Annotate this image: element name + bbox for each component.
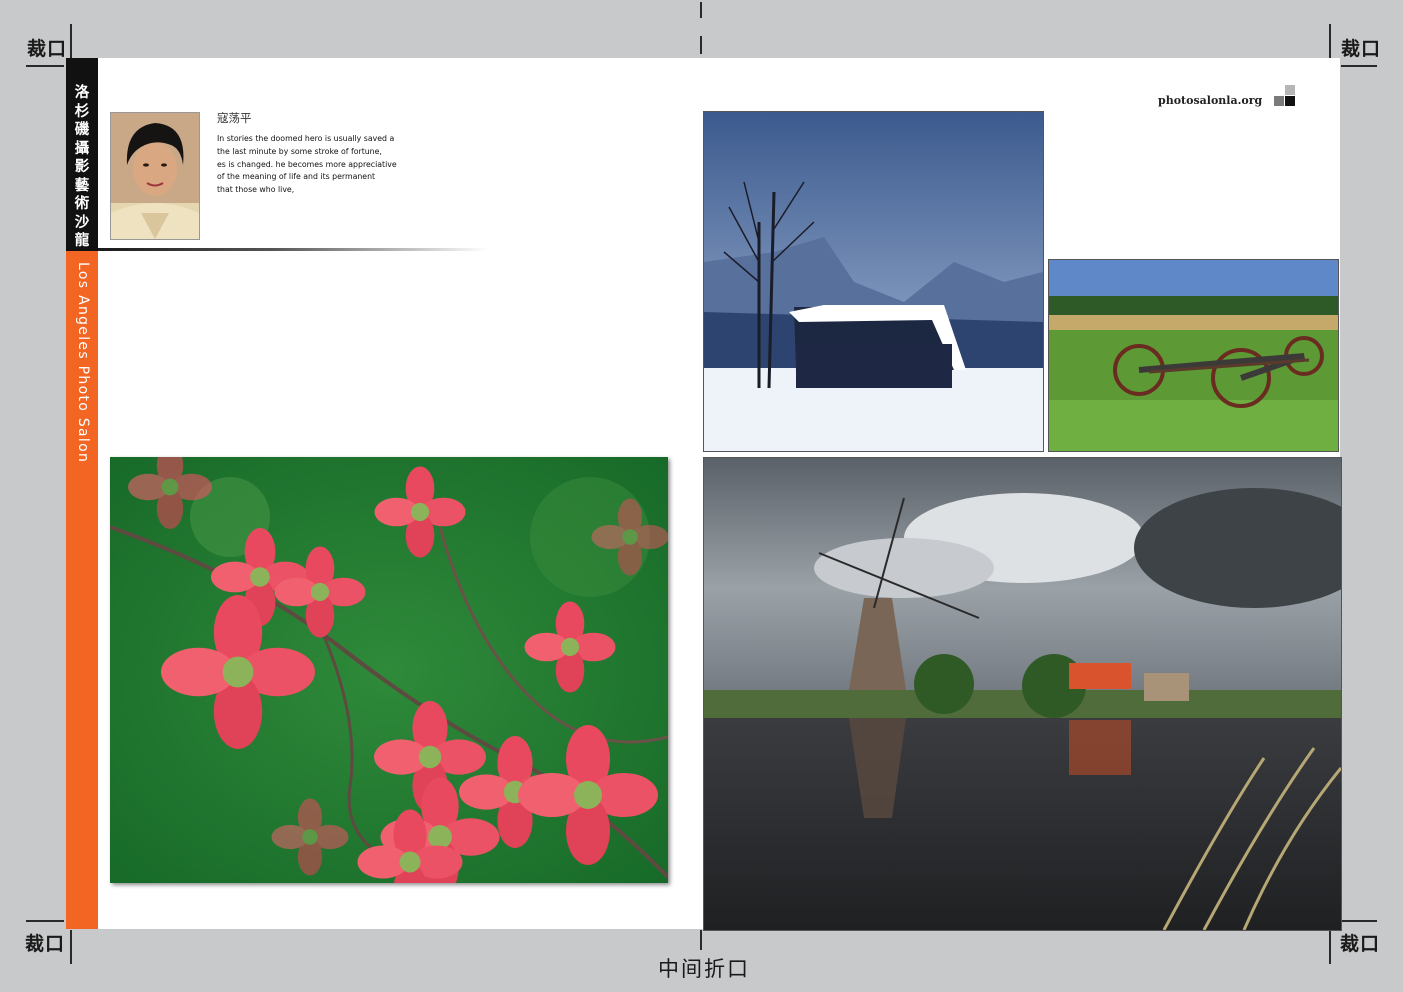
- author-bio: In stories the doomed hero is usually sa…: [217, 133, 417, 197]
- bio-line: of the meaning of life and its permanent: [217, 172, 376, 182]
- photo-dogwood-flowers: [110, 457, 668, 883]
- chinese-title-char: 龍: [74, 233, 90, 249]
- crop-label-top-left: 裁口: [27, 38, 68, 60]
- brand-square-dark: [1285, 96, 1295, 106]
- author-portrait: [110, 112, 200, 240]
- crop-mark-bottom-right-v: [1329, 930, 1331, 964]
- brand-site: photosalonla.org: [1158, 94, 1263, 107]
- crop-label-bottom-right: 裁口: [1340, 933, 1381, 955]
- chinese-title-char: 藝: [74, 177, 90, 194]
- brand-square-light: [1285, 85, 1295, 95]
- photo-winter-barn: [703, 111, 1044, 452]
- photo-windmill: [703, 457, 1342, 931]
- bio-line: the last minute by some stroke of fortun…: [217, 146, 382, 156]
- crop-mark-top-left-h: [26, 65, 64, 67]
- crop-mark-bottom-left-v: [70, 930, 72, 964]
- crop-mark-top-left-v: [70, 24, 72, 58]
- fold-mark-bottom: [700, 930, 702, 950]
- fold-label: 中间折口: [658, 957, 750, 981]
- chinese-title-text: 洛杉磯攝影藝術沙龍: [66, 84, 98, 251]
- english-title: Los Angeles Photo Salon: [75, 262, 91, 464]
- header-rule: [98, 248, 488, 251]
- bio-line: In stories the doomed hero is usually sa…: [217, 134, 395, 143]
- author-name: 寇荡平: [217, 111, 252, 125]
- chinese-title-char: 術: [74, 196, 90, 212]
- crop-mark-top-right-v: [1329, 24, 1331, 58]
- crop-mark-bottom-left-h: [26, 920, 64, 922]
- bio-line: that those who live,: [217, 185, 295, 195]
- fold-mark-top-b: [700, 36, 702, 54]
- crop-label-bottom-left: 裁口: [25, 933, 66, 955]
- chinese-title-char: 攝: [74, 140, 90, 157]
- chinese-title-char: 沙: [74, 214, 90, 231]
- chinese-title-char: 杉: [74, 103, 90, 120]
- bio-line: es is changed. he becomes more appreciat…: [217, 159, 397, 169]
- photo-wagon-wheels: [1048, 259, 1339, 452]
- brand-square-mid: [1274, 96, 1284, 106]
- fold-mark-top-a: [700, 2, 702, 18]
- crop-mark-bottom-right-h: [1341, 920, 1377, 922]
- crop-label-top-right: 裁口: [1341, 38, 1382, 60]
- chinese-title-char: 洛: [74, 85, 90, 101]
- crop-mark-top-right-h: [1341, 65, 1377, 67]
- chinese-title: 洛杉磯攝影藝術沙龍: [66, 84, 98, 251]
- chinese-title-char: 影: [74, 159, 90, 175]
- chinese-title-char: 磯: [74, 122, 90, 138]
